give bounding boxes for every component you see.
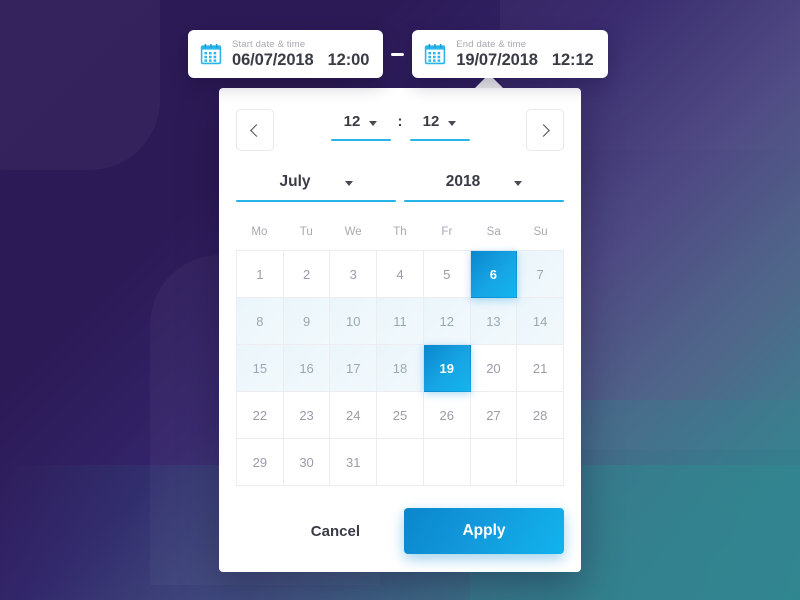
day-cell[interactable]: 6 [470,251,518,298]
date-range-fields: Start date & time 06/07/2018 12:00 End d… [188,30,608,78]
day-cell[interactable]: 18 [377,345,424,392]
end-time-value: 12:12 [551,51,594,69]
day-cell[interactable]: 21 [517,345,564,392]
day-cell[interactable]: 3 [330,251,378,298]
day-cell[interactable]: 16 [283,345,331,392]
day-cell[interactable]: 20 [470,345,518,392]
end-field-values: 19/07/2018 12:12 [456,51,593,69]
day-cell[interactable]: 19 [423,345,471,392]
start-date-field[interactable]: Start date & time 06/07/2018 12:00 [188,30,384,78]
day-cell-empty [517,439,564,486]
hour-underline [330,138,391,141]
previous-month-button[interactable] [236,109,274,151]
day-cell[interactable]: 8 [237,298,284,345]
minute-underline [409,138,470,141]
weekday-label-fr: Fr [441,226,453,238]
weekday-header: Mo Tu We Th Fr Sa Su [219,220,581,244]
cancel-button[interactable]: Cancel [289,513,382,550]
day-cell[interactable]: 13 [470,298,518,345]
weekday-label-we: We [344,226,362,238]
weekday-label-tu: Tu [299,226,313,238]
day-cell[interactable]: 4 [377,251,424,298]
day-cell[interactable]: 5 [423,251,471,298]
chevron-down-icon [369,120,378,126]
chevron-down-icon [514,180,523,186]
time-colon: : [397,113,403,130]
weekday-label-sa: Sa [486,226,501,238]
minute-value: 12 [422,113,440,130]
time-selectors: 12 : 12 [330,113,470,141]
hour-value: 12 [343,113,361,130]
month-select[interactable]: July [236,173,396,202]
day-cell[interactable]: 12 [423,298,471,345]
year-underline [404,199,564,202]
calendar-icon [200,44,222,65]
day-cell[interactable]: 26 [423,392,471,439]
start-field-label: Start date & time [232,39,306,50]
date-picker-popup: 12 : 12 July 2018 Mo Tu We Th Fr Sa Su 1… [219,88,581,572]
calendar-day-grid: 1 2 3 4 5 6 7 8 9 10 11 12 13 14 15 16 17 18 19 20 21 22 23 24 2… [236,250,564,486]
start-field-values: 06/07/2018 12:00 [232,51,369,69]
day-cell[interactable]: 15 [237,345,284,392]
day-cell[interactable]: 29 [237,439,284,486]
day-cell[interactable]: 17 [330,345,378,392]
day-cell[interactable]: 10 [330,298,378,345]
day-cell[interactable]: 31 [330,439,378,486]
end-date-field[interactable]: End date & time 19/07/2018 12:12 [412,30,608,78]
range-separator-dash [391,52,405,56]
day-cell[interactable]: 11 [377,298,424,345]
day-cell[interactable]: 1 [237,251,284,298]
day-cell[interactable]: 25 [377,392,424,439]
day-cell[interactable]: 30 [283,439,331,486]
chevron-down-icon [344,180,353,186]
end-field-label: End date & time [456,39,527,50]
weekday-label-th: Th [393,226,407,238]
day-cell[interactable]: 9 [283,298,331,345]
end-field-text: End date & time 19/07/2018 12:12 [456,39,593,69]
minute-select[interactable]: 12 [409,113,470,141]
app-background: Start date & time 06/07/2018 12:00 End d… [0,0,800,600]
popup-footer: Cancel Apply [219,508,581,554]
decorative-shape-mid-right [560,150,800,450]
day-cell-empty [470,439,518,486]
day-cell-empty [423,439,471,486]
year-value: 2018 [445,173,481,190]
weekday-label-mo: Mo [251,226,268,238]
hour-select[interactable]: 12 [330,113,391,141]
apply-button[interactable]: Apply [404,508,564,554]
chevron-down-icon [448,120,457,126]
start-date-value: 06/07/2018 [232,51,314,69]
day-cell[interactable]: 2 [283,251,331,298]
next-month-button[interactable] [526,109,564,151]
month-year-row: July 2018 [219,151,581,202]
day-cell[interactable]: 27 [470,392,518,439]
decorative-shape-top-left [0,0,160,170]
day-cell[interactable]: 24 [330,392,378,439]
end-date-value: 19/07/2018 [456,51,538,69]
day-cell[interactable]: 7 [517,251,564,298]
day-cell[interactable]: 22 [237,392,284,439]
year-select[interactable]: 2018 [404,173,564,202]
day-cell[interactable]: 23 [283,392,331,439]
month-underline [236,199,396,202]
chevron-right-icon [537,123,550,137]
start-time-value: 12:00 [327,51,370,69]
start-field-text: Start date & time 06/07/2018 12:00 [232,39,369,69]
weekday-label-su: Su [533,226,548,238]
calendar-icon [425,44,446,65]
time-selector-row: 12 : 12 [219,88,581,151]
month-value: July [279,173,311,190]
chevron-left-icon [250,123,263,137]
day-cell-empty [377,439,424,486]
day-cell[interactable]: 14 [517,298,564,345]
day-cell[interactable]: 28 [517,392,564,439]
